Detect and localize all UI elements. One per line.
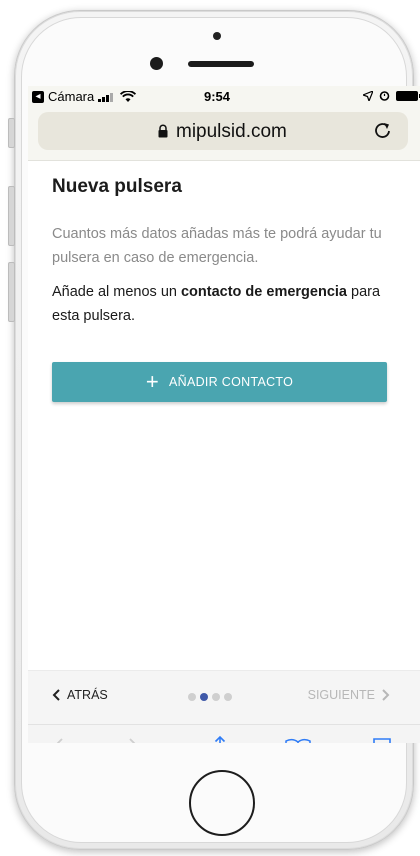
instruction-text: Añade al menos un contacto de emergencia… [52, 280, 396, 328]
lock-icon [158, 124, 168, 138]
browser-back-icon[interactable] [44, 735, 72, 743]
instruction-prefix: Añade al menos un [52, 284, 181, 300]
tabs-icon[interactable] [366, 735, 394, 743]
main-content: Nueva pulsera Cuantos más datos añadas m… [52, 176, 396, 328]
status-right [363, 90, 420, 101]
wizard-pager: ATRÁS SIGUIENTE [28, 670, 420, 725]
front-camera [150, 57, 163, 70]
alarm-icon [379, 91, 390, 101]
step-dot-active [200, 693, 208, 701]
intro-text: Cuantos más datos añadas más te podrá ay… [52, 226, 382, 266]
proximity-sensor [213, 32, 221, 40]
screen: ◂ Cámara 9:54 mipulsid.com Nueva pulsera… [28, 86, 420, 743]
volume-up-button [8, 186, 15, 246]
status-bar: ◂ Cámara 9:54 [28, 86, 420, 108]
safari-toolbar [28, 724, 420, 743]
back-label: ATRÁS [67, 688, 108, 702]
address-bar: mipulsid.com [28, 108, 420, 161]
battery-icon [396, 90, 420, 101]
plus-icon: + [145, 369, 159, 394]
share-icon[interactable] [206, 735, 234, 743]
add-contact-label: AÑADIR CONTACTO [168, 375, 294, 389]
browser-forward-icon[interactable] [120, 735, 148, 743]
chevron-right-icon [382, 689, 390, 701]
volume-down-button [8, 262, 15, 322]
page-title: Nueva pulsera [52, 176, 182, 197]
url-field[interactable]: mipulsid.com [38, 112, 408, 150]
signal-icon [98, 92, 114, 102]
status-left: ◂ Cámara [32, 89, 137, 104]
back-to-app-icon[interactable]: ◂ [32, 90, 44, 103]
mute-switch [8, 118, 15, 148]
clock: 9:54 [204, 89, 231, 104]
home-button[interactable] [189, 770, 255, 836]
step-indicator [188, 693, 232, 701]
wifi-icon [120, 90, 137, 102]
step-dot [188, 693, 196, 701]
emergency-contact-highlight: contacto de emergencia [180, 284, 347, 300]
chevron-left-icon [52, 689, 60, 701]
bookmarks-icon[interactable] [284, 735, 312, 743]
step-dot [212, 693, 220, 701]
next-button[interactable]: SIGUIENTE [308, 688, 390, 702]
location-icon [363, 90, 373, 101]
add-contact-button[interactable]: + AÑADIR CONTACTO [52, 362, 387, 402]
url-text: mipulsid.com [176, 121, 287, 142]
back-app-label[interactable]: Cámara [48, 89, 94, 104]
next-label: SIGUIENTE [307, 688, 375, 702]
back-button[interactable]: ATRÁS [52, 688, 108, 702]
step-dot [224, 693, 232, 701]
reload-icon[interactable] [372, 120, 394, 142]
earpiece-speaker [188, 61, 254, 67]
